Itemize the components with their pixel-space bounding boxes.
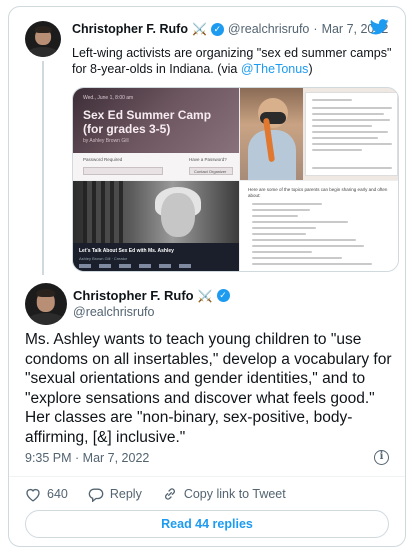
copy-link-label: Copy link to Tweet [183,487,286,501]
tweet-actions: 640 Reply Copy link to Tweet [25,484,306,504]
main-author-name[interactable]: Christopher F. Rufo [73,288,194,303]
quoted-author-handle[interactable]: @realchrisrufo [228,22,309,36]
divider [9,476,405,477]
swords-emoji: ⚔️ [197,288,213,303]
media-image-camp-page[interactable]: Wed., June 1, 8:00 am Sex Ed Summer Camp… [73,88,239,180]
main-author-avatar[interactable] [25,283,67,325]
link-icon [164,488,175,500]
verified-badge-icon: ✓ [210,22,224,36]
camp-date-text: Wed., June 1, 8:00 am [83,95,134,101]
quoted-text-body: Left-wing activists are organizing "sex … [72,46,392,76]
quoted-author-avatar[interactable] [25,21,61,57]
video-subtitle-text: Ashley Brown Gill · Creator [79,256,128,261]
camp-title-text: Sex Ed Summer Camp (for grades 3-5) [83,108,212,136]
like-count: 640 [47,487,68,501]
quoted-text-end: ) [308,62,313,76]
read-replies-button[interactable]: Read 44 replies [25,510,389,538]
instagram-caption-panel [305,92,398,176]
camp-bar-left: Password Required [83,157,123,162]
video-title-text: Let's Talk About Sex Ed with Ms. Ashley [79,248,174,254]
mention-link[interactable]: @TheTonus [241,62,309,76]
media-image-video-page[interactable]: Let's Talk About Sex Ed with Ms. Ashley … [73,181,239,271]
quoted-separator: · [313,22,318,36]
like-button[interactable]: 640 [25,487,68,502]
verified-badge-icon: ✓ [216,289,230,302]
main-tweet-text: Ms. Ashley wants to teach young children… [25,331,392,446]
video-caption-bar: Let's Talk About Sex Ed with Ms. Ashley … [73,243,239,271]
info-icon[interactable]: i [374,450,389,465]
media-image-instagram-post[interactable] [240,88,398,180]
quoted-author-name[interactable]: Christopher F. Rufo [72,22,188,36]
main-author-handle[interactable]: @realchrisrufo [73,305,154,319]
heart-icon [26,488,40,502]
camp-contact-label: Contact Organizer [194,168,227,174]
thread-connector-line [42,61,44,275]
tweet-timestamp[interactable]: 9:35 PM · Mar 7, 2022 [25,451,149,465]
quoted-tweet-text: Left-wing activists are organizing "sex … [72,45,392,77]
camp-password-field [83,167,163,175]
media-grid[interactable]: Wed., June 1, 8:00 am Sex Ed Summer Camp… [72,87,399,272]
camp-bar-right: Have a Password? [189,157,227,162]
camp-organizer-text: by Ashley Brown Gill [83,138,129,144]
reply-bubble-icon [88,488,104,502]
quoted-tweet-header: Christopher F. Rufo ⚔️ ✓ @realchrisrufo … [72,22,388,36]
video-tabs [79,264,199,268]
reply-button[interactable]: Reply [88,487,142,502]
topic-list-heading: Here are some of the topics parents can … [248,187,388,198]
twitter-bird-icon[interactable] [370,19,389,35]
camp-contact-button: Contact Organizer [189,167,233,175]
reply-label: Reply [109,487,142,501]
swords-emoji: ⚔️ [191,22,207,36]
instagram-photo [240,88,303,180]
main-author-name-row: Christopher F. Rufo ⚔️ ✓ [73,288,230,303]
media-image-topic-list[interactable]: Here are some of the topics parents can … [240,181,398,271]
tweet-embed-card: Christopher F. Rufo ⚔️ ✓ @realchrisrufo … [8,6,406,547]
copy-link-button[interactable]: Copy link to Tweet [162,486,286,502]
